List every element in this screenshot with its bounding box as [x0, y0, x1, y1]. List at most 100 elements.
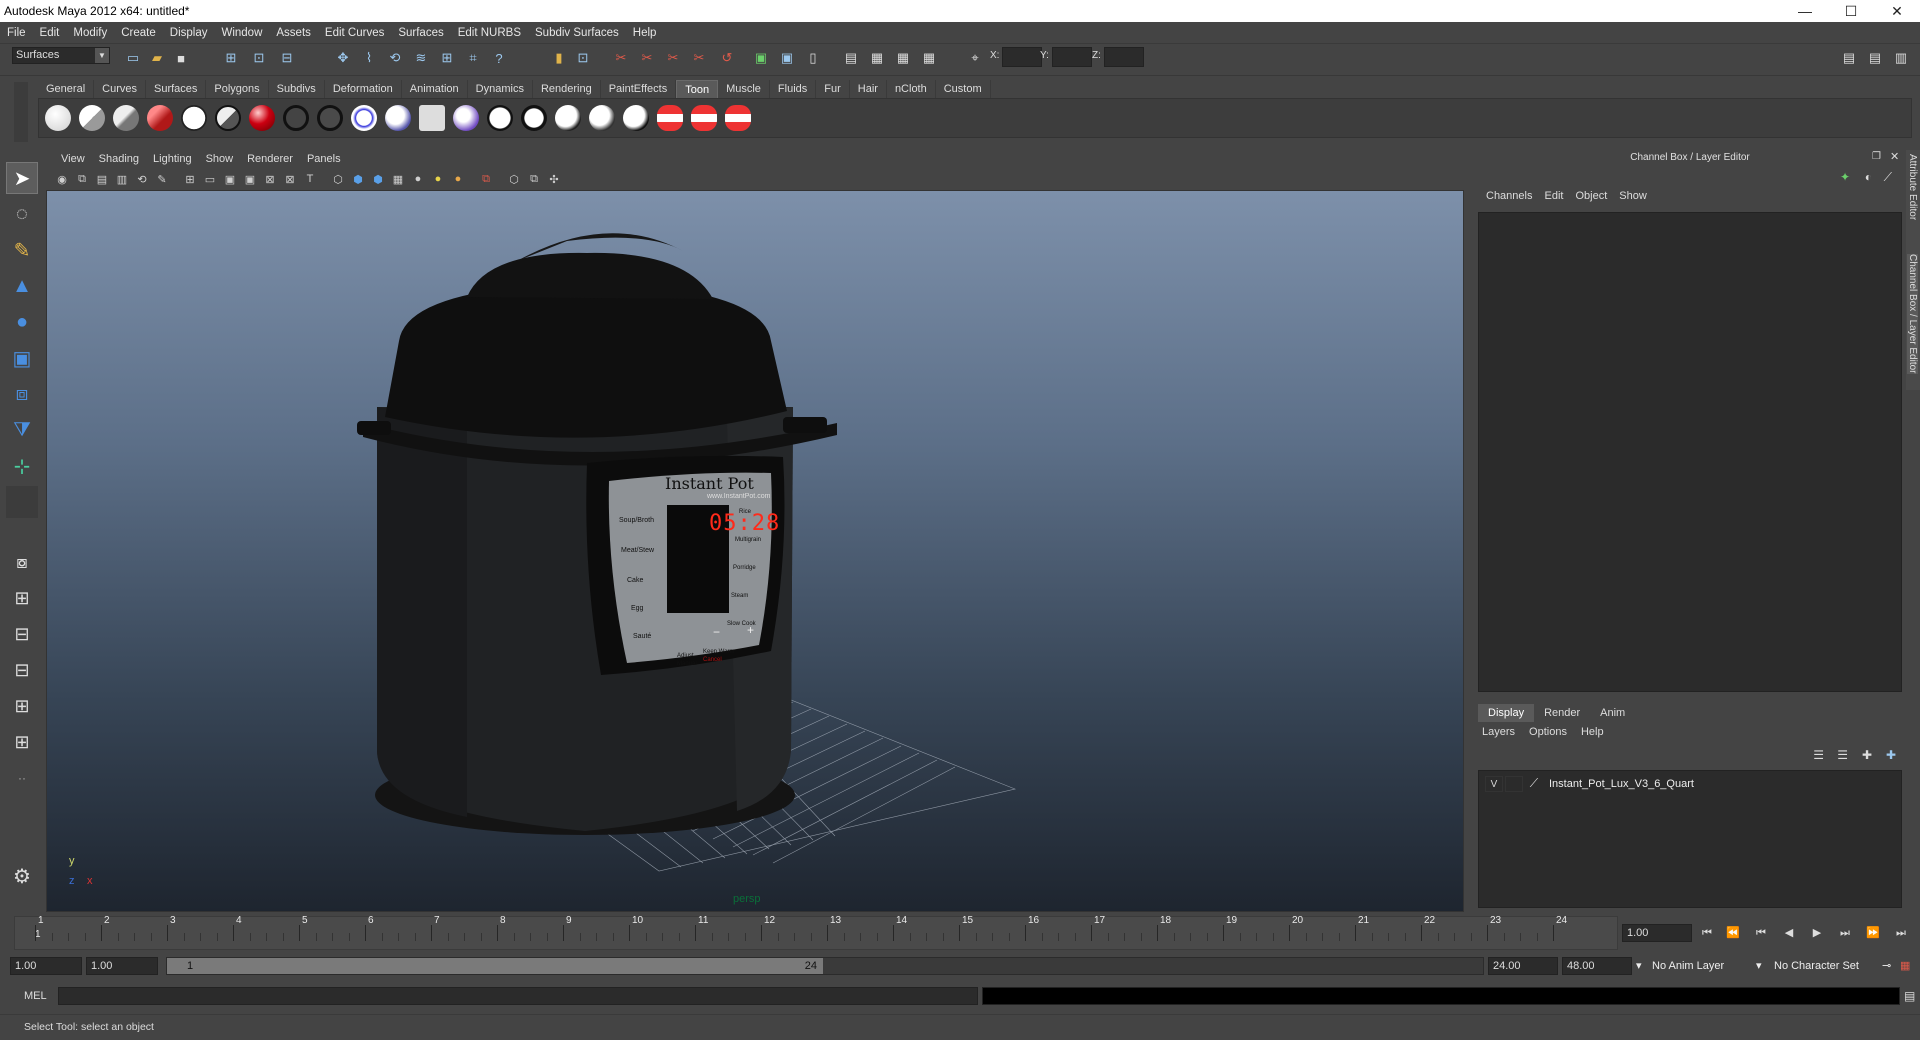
- menu-assets[interactable]: Assets: [269, 22, 318, 44]
- toggle-channel-box-icon[interactable]: ▥: [1892, 49, 1910, 67]
- xray-joints-icon[interactable]: ⧉: [526, 171, 542, 187]
- toon-fill-white-button[interactable]: [43, 103, 73, 133]
- construction-history-icon[interactable]: ⊡: [574, 49, 592, 67]
- bookmarks-icon[interactable]: ▤: [94, 171, 110, 187]
- lasso-tool-button[interactable]: ◌: [6, 198, 38, 230]
- toon-outline-button[interactable]: [281, 103, 311, 133]
- xray-components-icon[interactable]: ✣: [546, 171, 562, 187]
- last-tool-button[interactable]: [6, 486, 38, 518]
- smooth-shade-icon[interactable]: ⬢: [350, 171, 366, 187]
- relative-transform-icon[interactable]: ▦: [894, 49, 912, 67]
- layer-playback-toggle[interactable]: [1505, 776, 1523, 792]
- menu-create[interactable]: Create: [114, 22, 163, 44]
- grease-pencil-icon[interactable]: ✎: [154, 171, 170, 187]
- toon-sphere-lines-button[interactable]: [519, 103, 549, 133]
- toon-lips-1-button[interactable]: [655, 103, 685, 133]
- menu-surfaces[interactable]: Surfaces: [391, 22, 450, 44]
- shelf-tab-polygons[interactable]: Polygons: [206, 80, 269, 98]
- help-icon[interactable]: ?: [490, 49, 508, 67]
- layout-outliner-persp-button[interactable]: ⊟: [6, 618, 38, 650]
- viewport-menu-show[interactable]: Show: [199, 153, 241, 165]
- new-scene-icon[interactable]: ▭: [124, 49, 142, 67]
- show-modeling-toolkit-icon[interactable]: ▣: [752, 49, 770, 67]
- shelf-tab-deformation[interactable]: Deformation: [325, 80, 402, 98]
- shadows-icon[interactable]: ●: [450, 171, 466, 187]
- absolute-transform-icon[interactable]: ▦: [868, 49, 886, 67]
- toon-ink-button[interactable]: [553, 103, 583, 133]
- save-scene-icon[interactable]: ■: [172, 49, 190, 67]
- lock-icon[interactable]: ▮: [550, 49, 568, 67]
- menu-file[interactable]: File: [0, 22, 33, 44]
- select-camera-icon[interactable]: ◉: [54, 171, 70, 187]
- shelf-tab-subdivs[interactable]: Subdivs: [269, 80, 325, 98]
- shelf-tab-curves[interactable]: Curves: [94, 80, 146, 98]
- safe-title-icon[interactable]: T: [302, 171, 318, 187]
- new-layer-selected-icon[interactable]: ✚: [1886, 748, 1896, 762]
- grid-icon[interactable]: ⊞: [182, 171, 198, 187]
- toggle-tool-settings-icon[interactable]: ▤: [1866, 49, 1884, 67]
- anim-layer-label[interactable]: No Anim Layer: [1652, 957, 1724, 975]
- layer-color-icon[interactable]: ⟋: [1525, 776, 1543, 792]
- side-tab-channel-box[interactable]: Channel Box / Layer Editor: [1907, 254, 1918, 374]
- gate-mask-icon[interactable]: ▣: [242, 171, 258, 187]
- viewport-menu-view[interactable]: View: [54, 153, 92, 165]
- default-light-icon[interactable]: ●: [430, 171, 446, 187]
- menu-subdiv-surfaces[interactable]: Subdiv Surfaces: [528, 22, 626, 44]
- layout-persp-outliner-button[interactable]: ⊞: [6, 726, 38, 758]
- menu-display[interactable]: Display: [163, 22, 215, 44]
- channels-pin-icon[interactable]: ⟋: [1884, 170, 1892, 185]
- layout-hypershade-persp-button[interactable]: ⊞: [6, 690, 38, 722]
- universal-manipulator-button[interactable]: ⧈: [6, 378, 38, 410]
- snap-grid-icon[interactable]: ✥: [334, 49, 352, 67]
- layer-menu-layers[interactable]: Layers: [1482, 726, 1529, 738]
- shelf-tab-general[interactable]: General: [38, 80, 95, 98]
- channel-menu-channels[interactable]: Channels: [1482, 190, 1540, 202]
- animation-end-field[interactable]: 48.00: [1562, 957, 1632, 975]
- viewport-menu-lighting[interactable]: Lighting: [146, 153, 199, 165]
- layout-four-view-button[interactable]: ⊞: [6, 582, 38, 614]
- paint-select-tool-button[interactable]: ✎: [6, 234, 38, 266]
- toon-fill-light-button[interactable]: [77, 103, 107, 133]
- toon-lips-2-button[interactable]: [689, 103, 719, 133]
- minimize-button[interactable]: —: [1782, 0, 1828, 22]
- shelf-tab-hair[interactable]: Hair: [850, 80, 887, 98]
- command-input[interactable]: [58, 987, 978, 1005]
- toggle-attribute-editor-icon[interactable]: ▤: [1840, 49, 1858, 67]
- film-gate-icon[interactable]: ▭: [202, 171, 218, 187]
- current-frame-field[interactable]: 1.00: [1622, 924, 1692, 942]
- shelf-tab-surfaces[interactable]: Surfaces: [146, 80, 207, 98]
- z-field[interactable]: [1104, 47, 1144, 67]
- safe-action-icon[interactable]: ⊠: [282, 171, 298, 187]
- toon-outline-thick-button[interactable]: [315, 103, 345, 133]
- shelf-tab-painteffects[interactable]: PaintEffects: [601, 80, 677, 98]
- toggle-input-icon[interactable]: ▣: [778, 49, 796, 67]
- step-forward-key-icon[interactable]: ⏭: [1834, 924, 1856, 942]
- history-icon[interactable]: ⌗: [464, 49, 482, 67]
- render-settings-icon[interactable]: ✂: [664, 49, 682, 67]
- shelf-tab-toon[interactable]: Toon: [676, 80, 719, 98]
- dock-close-icon[interactable]: ✕: [1890, 151, 1902, 163]
- close-button[interactable]: ✕: [1874, 0, 1920, 22]
- isolate-select-icon[interactable]: ⧉: [478, 171, 494, 187]
- step-back-frame-icon[interactable]: ⏪: [1722, 924, 1744, 942]
- viewport-menu-renderer[interactable]: Renderer: [240, 153, 300, 165]
- layer-move-down-icon[interactable]: ☰: [1837, 748, 1848, 762]
- layer-visibility-toggle[interactable]: V: [1485, 776, 1503, 792]
- scale-tool-button[interactable]: ▣: [6, 342, 38, 374]
- dock-float-icon[interactable]: ❐: [1872, 151, 1884, 163]
- resolution-gate-icon[interactable]: ▣: [222, 171, 238, 187]
- use-all-lights-icon[interactable]: ●: [410, 171, 426, 187]
- new-layer-icon[interactable]: ✚: [1862, 748, 1872, 762]
- layer-tab-anim[interactable]: Anim: [1590, 704, 1635, 722]
- shelf-tab-fur[interactable]: Fur: [816, 80, 850, 98]
- range-slider-thumb[interactable]: 1 24: [167, 958, 823, 974]
- toon-ink-pen-button[interactable]: [587, 103, 617, 133]
- move-tool-button[interactable]: ▲: [6, 270, 38, 302]
- toon-lines-button[interactable]: [417, 103, 447, 133]
- anim-layer-chevron-icon[interactable]: ▾: [1636, 957, 1642, 975]
- toon-fill-glossy-red-button[interactable]: [247, 103, 277, 133]
- toon-lips-3-button[interactable]: [723, 103, 753, 133]
- step-back-key-icon[interactable]: ⏮: [1750, 924, 1772, 942]
- shelf-tab-muscle[interactable]: Muscle: [718, 80, 770, 98]
- toon-line-profile-button[interactable]: [349, 103, 379, 133]
